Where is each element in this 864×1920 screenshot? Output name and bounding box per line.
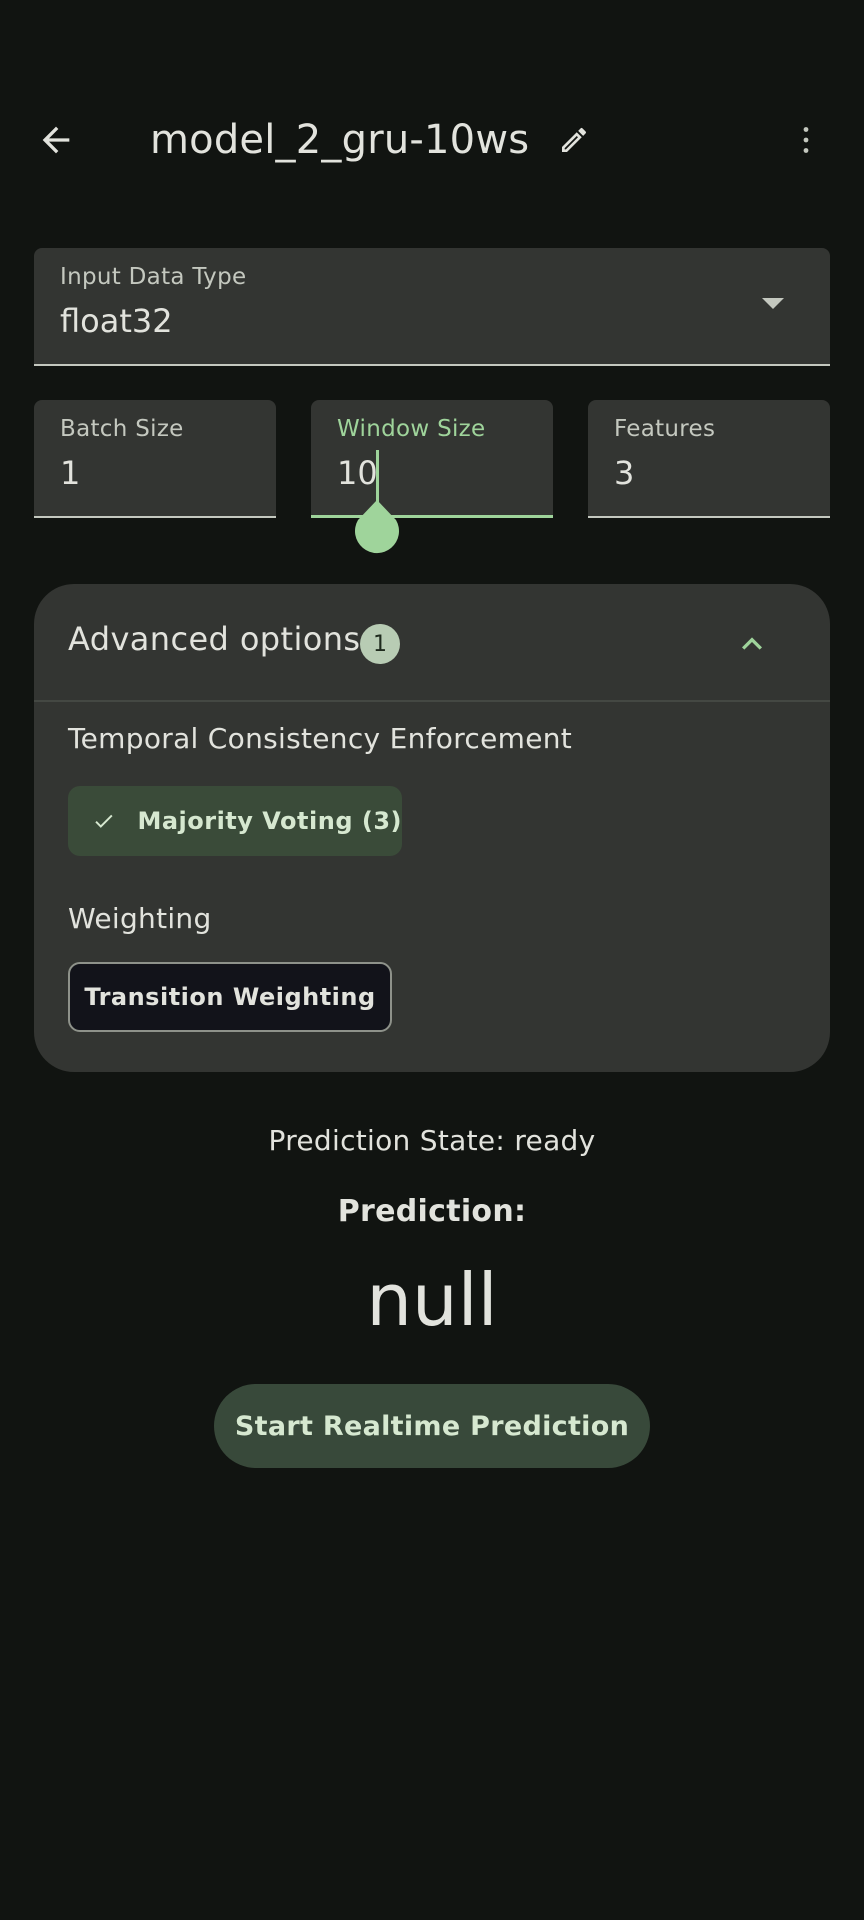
transition-weighting-chip-label: Transition Weighting (84, 983, 376, 1011)
collapse-button[interactable] (728, 620, 776, 668)
text-cursor (376, 450, 379, 502)
temporal-consistency-label: Temporal Consistency Enforcement (68, 722, 573, 755)
transition-weighting-chip[interactable]: Transition Weighting (68, 962, 392, 1032)
cursor-handle-icon[interactable] (354, 500, 400, 554)
more-vert-icon (803, 127, 809, 153)
weighting-label: Weighting (68, 902, 212, 935)
input-data-type-value: float32 (60, 302, 173, 340)
advanced-options-header[interactable]: Advanced options 1 (34, 584, 830, 702)
prediction-state-text: Prediction State: ready (268, 1124, 596, 1157)
arrow-back-icon (42, 126, 70, 154)
batch-size-value: 1 (60, 454, 81, 492)
page-title: model_2_gru-10ws (150, 117, 530, 163)
start-realtime-prediction-button[interactable]: Start Realtime Prediction (214, 1384, 650, 1468)
batch-size-label: Batch Size (60, 416, 184, 442)
more-options-button[interactable] (782, 112, 830, 168)
advanced-options-card: Advanced options 1 Temporal Consistency … (34, 584, 830, 1072)
prediction-value: null (366, 1258, 498, 1342)
chevron-up-icon (742, 637, 762, 650)
edit-title-button[interactable] (552, 118, 596, 162)
window-size-label: Window Size (337, 416, 486, 442)
features-value: 3 (614, 454, 635, 492)
advanced-options-title: Advanced options (68, 620, 361, 658)
check-icon (95, 814, 113, 828)
pencil-icon (562, 127, 587, 152)
majority-voting-chip[interactable]: Majority Voting (3) (68, 786, 402, 856)
input-data-type-label: Input Data Type (60, 264, 247, 290)
input-data-type-dropdown[interactable]: Input Data Type float32 (34, 248, 830, 366)
features-field[interactable]: Features 3 (588, 400, 830, 518)
batch-size-field[interactable]: Batch Size 1 (34, 400, 276, 518)
window-size-value: 10 (337, 454, 378, 492)
majority-voting-chip-label: Majority Voting (3) (137, 807, 402, 835)
back-button[interactable] (28, 112, 84, 168)
dropdown-arrow-icon (762, 298, 784, 309)
app-bar: model_2_gru-10ws (0, 96, 864, 184)
prediction-label: Prediction: (337, 1194, 527, 1229)
features-label: Features (614, 416, 716, 442)
advanced-options-badge: 1 (360, 624, 400, 664)
window-size-field[interactable]: Window Size 10 (311, 400, 553, 518)
